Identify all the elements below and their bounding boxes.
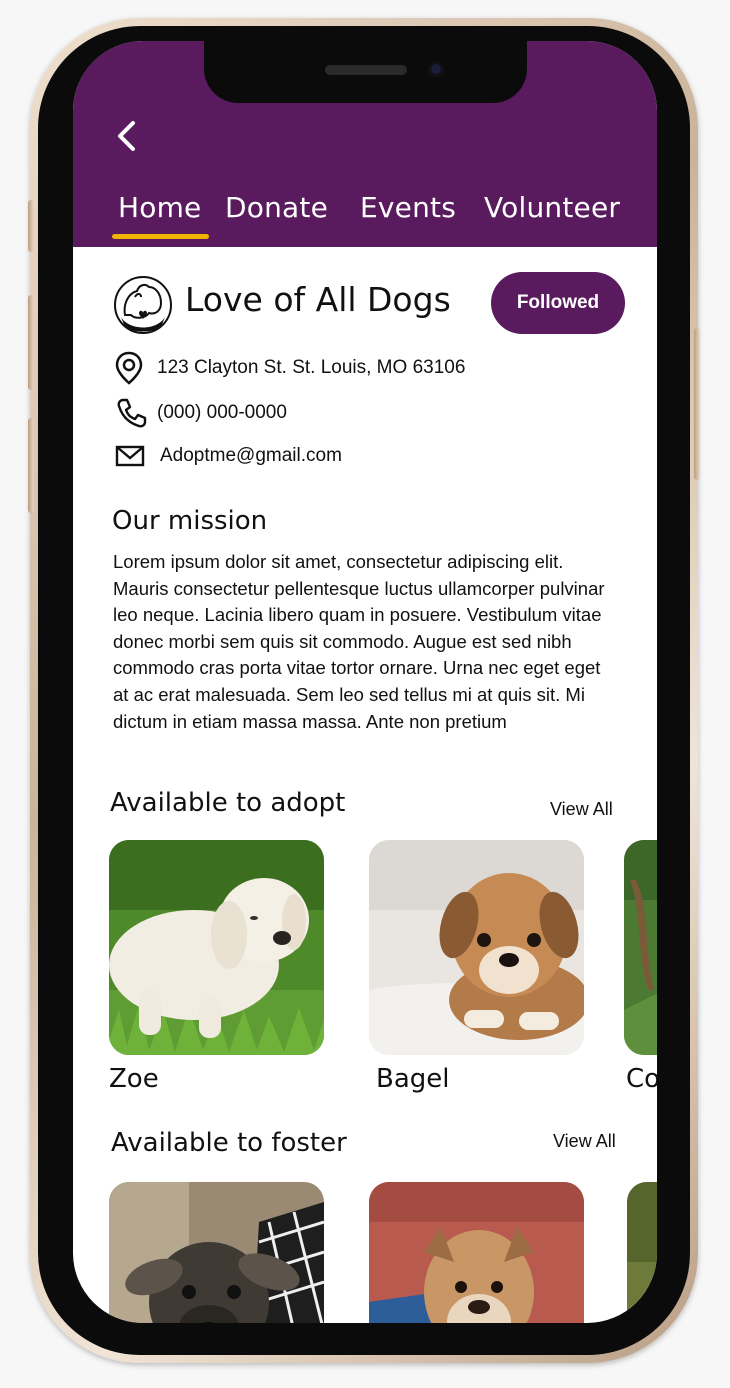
foster-pet-photo-2 xyxy=(369,1182,584,1323)
pet-card-partial[interactable] xyxy=(624,840,657,1055)
phone-text[interactable]: (000) 000-0000 xyxy=(157,402,287,424)
mission-title: Our mission xyxy=(112,506,268,536)
email-row: Adoptme@gmail.com xyxy=(115,444,342,468)
tab-events[interactable]: Events xyxy=(360,191,456,224)
address-text: 123 Clayton St. St. Louis, MO 63106 xyxy=(157,357,466,378)
mission-text: Lorem ipsum dolor sit amet, consectetur … xyxy=(113,551,605,732)
pet-name-bagel: Bagel xyxy=(376,1064,450,1094)
pet-name-zoe: Zoe xyxy=(109,1064,159,1094)
org-name: Love of All Dogs xyxy=(185,280,451,319)
volume-down-button xyxy=(28,418,34,513)
power-button xyxy=(694,328,700,480)
pet-photo-partial xyxy=(624,840,657,1055)
tab-donate[interactable]: Donate xyxy=(225,191,328,224)
follow-button[interactable]: Followed xyxy=(491,272,625,334)
tab-volunteer[interactable]: Volunteer xyxy=(484,191,620,224)
foster-pet-card-1[interactable] xyxy=(109,1182,324,1323)
notch xyxy=(204,41,527,103)
tab-home[interactable]: Home xyxy=(118,191,202,224)
active-tab-indicator xyxy=(112,234,209,239)
mail-icon xyxy=(115,445,145,467)
top-header: Home Donate Events Volunteer xyxy=(73,41,657,247)
front-camera xyxy=(428,61,444,77)
pet-card-zoe[interactable] xyxy=(109,840,324,1055)
chevron-left-icon xyxy=(118,121,135,151)
location-pin-icon xyxy=(115,351,143,385)
pet-photo-zoe xyxy=(109,840,324,1055)
volume-up-button xyxy=(28,295,34,390)
adopt-section-title: Available to adopt xyxy=(110,788,346,818)
phone-icon xyxy=(117,398,147,428)
tab-bar: Home Donate Events Volunteer xyxy=(73,191,657,247)
foster-pet-card-2[interactable] xyxy=(369,1182,584,1323)
back-button[interactable] xyxy=(113,119,143,153)
pet-card-bagel[interactable] xyxy=(369,840,584,1055)
email-text[interactable]: Adoptme@gmail.com xyxy=(160,445,342,467)
adopt-view-all-link[interactable]: View All xyxy=(550,799,613,820)
speaker-grille xyxy=(325,65,407,75)
foster-pet-photo-partial xyxy=(627,1182,657,1323)
app-screen: Home Donate Events Volunteer Love of All… xyxy=(73,41,657,1323)
foster-section-title: Available to foster xyxy=(111,1128,347,1158)
pet-photo-bagel xyxy=(369,840,584,1055)
foster-pet-photo-1 xyxy=(109,1182,324,1323)
pet-name-partial: Co xyxy=(626,1064,657,1094)
foster-pet-card-partial[interactable] xyxy=(627,1182,657,1323)
foster-view-all-link[interactable]: View All xyxy=(553,1131,616,1152)
mute-switch xyxy=(28,200,34,252)
phone-row: (000) 000-0000 xyxy=(115,397,287,429)
address-row: 123 Clayton St. St. Louis, MO 63106 xyxy=(115,351,465,385)
org-logo-icon xyxy=(114,276,172,334)
